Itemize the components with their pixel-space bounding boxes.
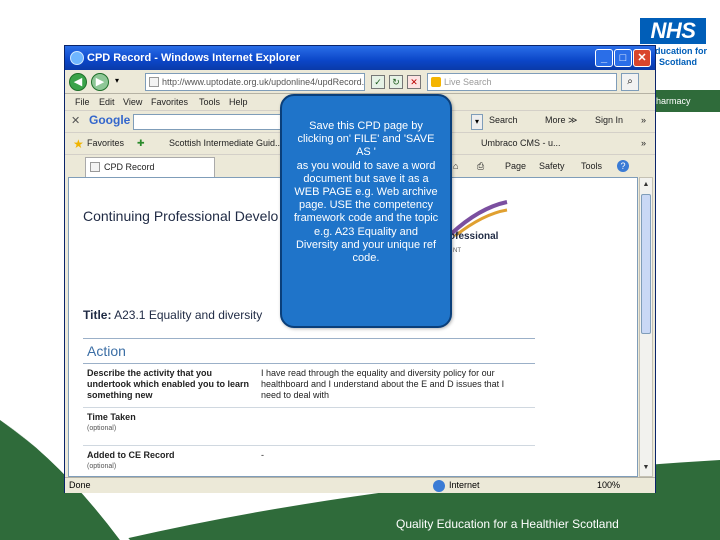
toolbar-overflow-icon[interactable]: »	[641, 115, 646, 125]
home-icon[interactable]: ⌂	[453, 161, 458, 171]
brand-word: ofessional	[449, 231, 499, 242]
row-label: Added to CE Record	[87, 450, 175, 460]
live-search-input[interactable]: Live Search	[427, 73, 617, 91]
status-text: Done	[69, 480, 91, 490]
status-zone: Internet	[449, 480, 480, 490]
tab-page-icon	[90, 162, 100, 172]
address-bar: ◀ ▶ ▾ http://www.uptodate.org.uk/updonli…	[65, 70, 655, 94]
url-input[interactable]: http://www.uptodate.org.uk/updonline4/up…	[145, 73, 365, 91]
tab-cpd-record[interactable]: CPD Record	[85, 157, 215, 177]
record-title: Title: A23.1 Equality and diversity	[83, 308, 262, 322]
table-row: Added to CE Record (optional) -	[83, 448, 535, 476]
print-icon[interactable]: ⎙	[477, 161, 484, 172]
favorites-button[interactable]: Favorites	[87, 138, 124, 148]
row-label-block: Added to CE Record (optional)	[87, 450, 253, 472]
favorites-star-icon[interactable]: ★	[73, 138, 84, 150]
url-text: http://www.uptodate.org.uk/updonline4/up…	[162, 77, 365, 87]
safety-menu[interactable]: Safety	[539, 161, 565, 171]
table-row: Describe the activity that you undertook…	[83, 366, 535, 408]
search-go-icon[interactable]: ⌕	[621, 73, 639, 91]
vertical-scrollbar[interactable]: ▲ ▼	[639, 177, 653, 477]
menu-file[interactable]: File	[75, 94, 90, 110]
row-value: -	[261, 450, 264, 460]
row-label-block: Time Taken (optional)	[87, 412, 253, 434]
toolbar-close-icon[interactable]: ✕	[71, 114, 80, 127]
history-dropdown-icon[interactable]: ▾	[115, 76, 119, 85]
scroll-down-icon[interactable]: ▼	[641, 462, 651, 474]
google-dropdown-icon[interactable]: ▾	[471, 114, 483, 130]
action-heading: Action	[83, 338, 535, 364]
minimize-button[interactable]: _	[595, 49, 613, 67]
nhs-logo: NHS	[640, 18, 706, 44]
google-signin-button[interactable]: Sign In	[595, 115, 623, 125]
favorite-link-2[interactable]: Umbraco CMS - u...	[481, 138, 561, 148]
menu-edit[interactable]: Edit	[99, 94, 115, 110]
row-optional: (optional)	[87, 463, 117, 470]
google-more-button[interactable]: More ≫	[545, 115, 577, 126]
zoom-level[interactable]: 100%	[597, 478, 620, 493]
favorites-overflow-icon[interactable]: »	[641, 138, 646, 148]
scroll-up-icon[interactable]: ▲	[641, 179, 651, 191]
row-optional: (optional)	[87, 425, 117, 432]
page-icon	[149, 77, 159, 87]
instruction-callout: Save this CPD page by clicking on' FILE'…	[280, 94, 452, 328]
page-menu[interactable]: Page	[505, 161, 526, 171]
ie-icon	[70, 51, 84, 65]
menu-view[interactable]: View	[123, 94, 142, 110]
compatibility-icon[interactable]: ✓	[371, 75, 385, 89]
help-icon[interactable]: ?	[617, 160, 629, 172]
internet-zone-icon	[433, 480, 445, 492]
title-value: A23.1 Equality and diversity	[114, 308, 263, 322]
page-heading: Continuing Professional Develo	[83, 208, 279, 224]
scroll-thumb[interactable]	[641, 194, 651, 334]
menu-tools[interactable]: Tools	[199, 94, 220, 110]
row-label: Time Taken	[87, 412, 136, 422]
brand-sub: NT	[453, 248, 461, 254]
slide: NHS Education for Scotland harmacy CPD R…	[0, 0, 720, 540]
table-row: Time Taken (optional)	[83, 410, 535, 446]
favorite-link-1[interactable]: Scottish Intermediate Guid...	[169, 138, 283, 148]
live-search-placeholder: Live Search	[444, 77, 492, 87]
tab-label: CPD Record	[104, 162, 155, 172]
refresh-icon[interactable]: ↻	[389, 75, 403, 89]
back-icon[interactable]: ◀	[69, 73, 87, 91]
title-bar: CPD Record - Windows Internet Explorer _…	[65, 46, 655, 70]
row-value: I have read through the equality and div…	[261, 368, 505, 400]
close-button[interactable]: ✕	[633, 49, 651, 67]
menu-favorites[interactable]: Favorites	[151, 94, 188, 110]
row-label: Describe the activity that you undertook…	[87, 368, 250, 400]
footer-tagline: Quality Education for a Healthier Scotla…	[396, 517, 619, 531]
google-search-input[interactable]	[133, 114, 283, 130]
forward-icon[interactable]: ▶	[91, 73, 109, 91]
tools-menu[interactable]: Tools	[581, 161, 602, 171]
title-label: Title:	[83, 308, 112, 322]
stop-icon[interactable]: ✕	[407, 75, 421, 89]
add-favorite-icon[interactable]: ✚	[137, 138, 145, 149]
google-search-button[interactable]: Search	[489, 115, 518, 125]
live-search-icon	[431, 77, 441, 87]
status-bar: Done Internet 100%	[65, 477, 655, 493]
maximize-button[interactable]: □	[614, 49, 632, 67]
menu-help[interactable]: Help	[229, 94, 248, 110]
window-title: CPD Record - Windows Internet Explorer	[87, 52, 301, 64]
google-logo: Google	[89, 113, 131, 127]
